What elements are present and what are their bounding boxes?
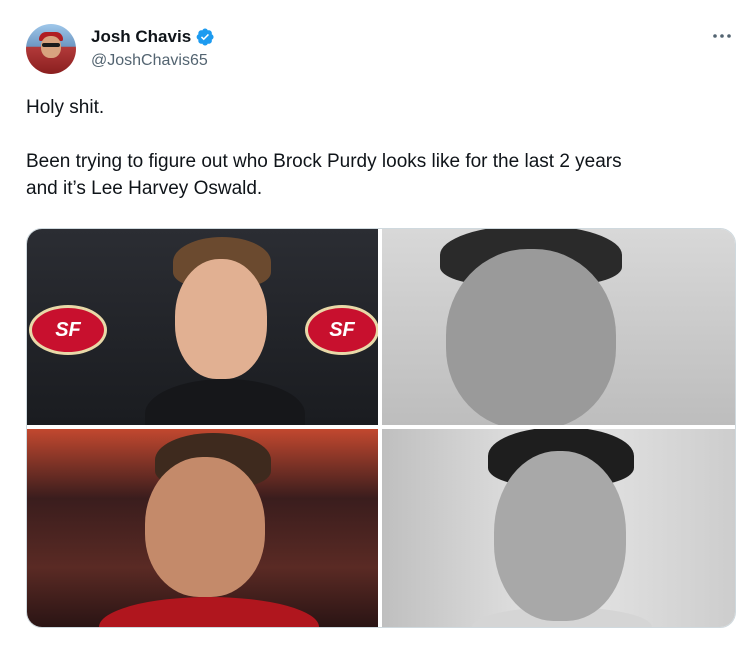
author-row: Josh Chavis bbox=[91, 26, 215, 48]
photo-subject-body bbox=[99, 597, 319, 627]
tweet-line: and it’s Lee Harvey Oswald. bbox=[26, 178, 263, 199]
verified-badge-icon[interactable] bbox=[195, 27, 215, 47]
photo-oswald-mugshot[interactable] bbox=[382, 429, 735, 627]
photo-subject-face bbox=[494, 451, 626, 621]
photo-subject-face bbox=[175, 259, 267, 379]
avatar-face bbox=[41, 36, 61, 58]
media-grid[interactable]: SF SF bbox=[26, 228, 736, 628]
tweet-text: Holy shit. Been trying to figure out who… bbox=[26, 94, 726, 202]
avatar[interactable] bbox=[26, 24, 76, 74]
more-icon[interactable] bbox=[710, 24, 734, 48]
author-handle[interactable]: @JoshChavis65 bbox=[91, 52, 208, 70]
tweet-line: Been trying to figure out who Brock Purd… bbox=[26, 151, 622, 172]
tweet: Josh Chavis @JoshChavis65 Holy shit. Bee… bbox=[0, 0, 745, 648]
photo-subject-body bbox=[145, 379, 305, 425]
photo-subject-face bbox=[446, 249, 616, 425]
photo-purdy-press-conference[interactable]: SF SF bbox=[27, 229, 378, 425]
team-logo-icon: SF bbox=[305, 305, 378, 355]
team-logo-icon: SF bbox=[29, 305, 107, 355]
photo-oswald-portrait[interactable] bbox=[382, 229, 735, 425]
photo-subject-face bbox=[145, 457, 265, 597]
photo-purdy-stadium[interactable] bbox=[27, 429, 378, 627]
avatar-glasses bbox=[42, 43, 60, 47]
author-name[interactable]: Josh Chavis bbox=[91, 27, 191, 47]
tweet-line: Holy shit. bbox=[26, 97, 105, 118]
